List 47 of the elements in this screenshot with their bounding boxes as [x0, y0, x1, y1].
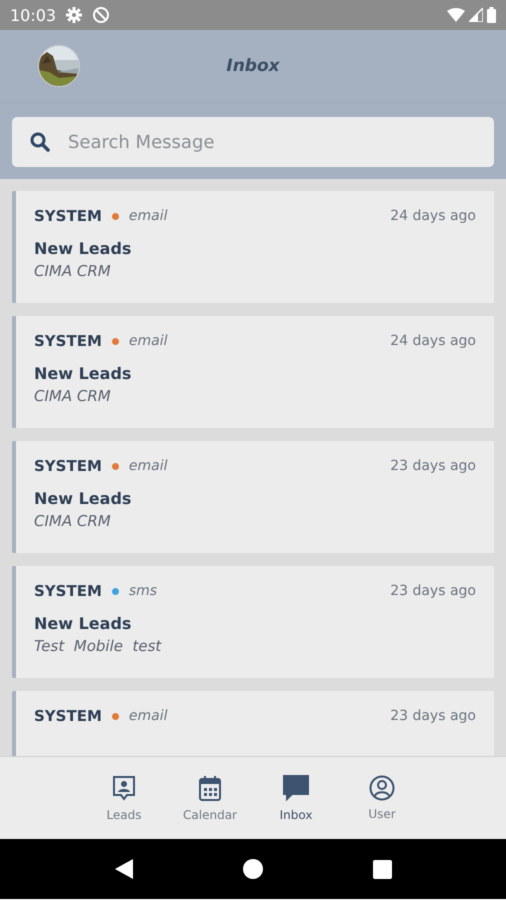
signal-icon [469, 8, 483, 22]
gear-icon [66, 7, 82, 23]
message-time: 23 days ago [390, 583, 476, 599]
message-time: 24 days ago [390, 208, 476, 224]
message-time: 23 days ago [390, 708, 476, 724]
screen-title: Inbox [226, 56, 280, 76]
recents-icon[interactable] [372, 860, 392, 878]
message-preview: CIMA CRM [34, 262, 111, 280]
chat-bubble-icon [283, 774, 309, 802]
message-title: New Leads [34, 614, 132, 633]
message-preview: CIMA CRM [34, 512, 111, 530]
message-card[interactable]: SYSTEM email 23 days ago New Leads CIMA CRM [12, 441, 494, 553]
message-time: 23 days ago [390, 458, 476, 474]
message-channel: email [128, 208, 168, 224]
battery-icon [487, 7, 496, 23]
message-card[interactable]: SYSTEM email 24 days ago New Leads CIMA CRM [12, 191, 494, 303]
nav-tab[interactable]: Leads [96, 774, 152, 822]
message-title: New Leads [34, 489, 132, 508]
avatar[interactable] [38, 45, 80, 87]
message-card[interactable]: SYSTEM sms 23 days ago New Leads Test Mobile test [12, 566, 494, 678]
message-title: New Leads [34, 364, 132, 383]
status-time: 10:03 [10, 6, 56, 24]
calendar-icon [198, 774, 222, 802]
message-title: New Leads [34, 239, 132, 258]
message-channel: sms [128, 583, 158, 599]
back-icon[interactable] [114, 859, 132, 879]
message-channel: email [128, 708, 168, 724]
nav-tab[interactable]: User [354, 775, 410, 821]
message-sender: SYSTEM [34, 332, 102, 350]
user-icon [369, 775, 395, 801]
home-icon[interactable] [242, 859, 262, 879]
message-preview: CIMA CRM [34, 387, 111, 405]
search-field[interactable]: Search Message [12, 117, 494, 167]
wifi-icon [447, 8, 465, 22]
message-channel: email [128, 458, 168, 474]
message-card[interactable]: SYSTEM email 24 days ago New Leads CIMA CRM [12, 316, 494, 428]
message-card[interactable]: SYSTEM email 23 days ago [12, 691, 494, 756]
message-time: 24 days ago [390, 333, 476, 349]
message-sender: SYSTEM [34, 707, 102, 725]
nav-tab[interactable]: Inbox [268, 774, 324, 822]
message-sender: SYSTEM [34, 457, 102, 475]
message-preview: Test Mobile test [34, 637, 162, 655]
message-sender: SYSTEM [34, 582, 102, 600]
message-sender: SYSTEM [34, 207, 102, 225]
contact-icon [112, 774, 136, 802]
nav-tab[interactable]: Calendar [182, 774, 238, 822]
message-channel: email [128, 333, 168, 349]
